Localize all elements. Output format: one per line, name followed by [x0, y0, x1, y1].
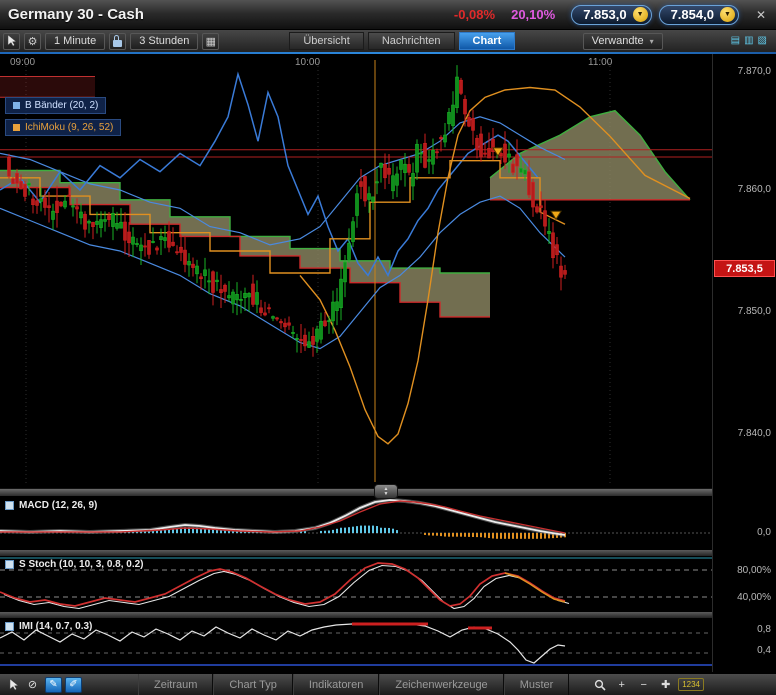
layout-split-icon[interactable]: ▥	[744, 36, 753, 46]
price-label: 7.850,0	[738, 306, 771, 317]
draw-pencil-button[interactable]: ✎	[45, 677, 62, 693]
splitter-collapse-button[interactable]: ▲ ▼	[374, 484, 398, 499]
tab-chart[interactable]: Chart	[459, 32, 516, 50]
lock-icon	[113, 40, 122, 47]
macd-panel-label: MACD (12, 26, 9)	[5, 500, 97, 511]
zoom-out-button[interactable]: −	[634, 676, 653, 693]
muster-button[interactable]: Muster	[504, 674, 570, 695]
stoch-label-text: S Stoch (10, 10, 3, 0.8, 0.2)	[19, 559, 144, 570]
tab-nachrichten[interactable]: Nachrichten	[368, 32, 455, 50]
imi-scale-label: 0,4	[757, 645, 771, 656]
toolbar-right-group: Verwandte ▾ ▤ ▥ ▧	[583, 33, 767, 50]
settings-button[interactable]: ⚙	[24, 33, 41, 50]
macd-swatch-icon	[5, 501, 14, 510]
show-values-toggle[interactable]: 1234	[678, 678, 704, 691]
current-price-tag: 7.853,5	[714, 260, 775, 277]
time-label-0900: 09:00	[10, 57, 35, 68]
legend-bbands[interactable]: B Bänder (20, 2)	[5, 97, 106, 114]
tab-label: Nachrichten	[382, 35, 441, 47]
stoch-swatch-icon	[5, 560, 14, 569]
imi-label-text: IMI (14, 0.7, 0.3)	[19, 621, 92, 632]
draw-pen-button[interactable]: ✐	[65, 677, 82, 693]
tab-label: Übersicht	[303, 35, 349, 47]
stoch-scale-label: 80,00%	[737, 565, 771, 576]
buy-button[interactable]: 7.854,0 ▼	[659, 5, 739, 25]
window-mini-icons: ▤ ▥ ▧	[731, 36, 767, 46]
bbands-label: B Bänder (20, 2)	[25, 100, 98, 111]
plus-icon: +	[618, 679, 624, 691]
legend-ichimoku[interactable]: IchiMoku (9, 26, 52)	[5, 119, 121, 136]
window-titlebar: Germany 30 - Cash -0,08% 20,10% 7.853,0 …	[0, 0, 776, 30]
pointer-tool-button[interactable]	[4, 676, 23, 693]
footer-menu-group: Zeitraum Chart Typ Indikatoren Zeichenwe…	[138, 674, 569, 695]
pan-button[interactable]: ✚	[656, 676, 675, 693]
imi-panel-label: IMI (14, 0.7, 0.3)	[5, 621, 92, 632]
tab-uebersicht[interactable]: Übersicht	[289, 32, 363, 50]
bottom-toolbar: ⊘ ✎ ✐ Zeitraum Chart Typ Indikatoren Zei…	[0, 673, 776, 695]
arrow-down-icon: ▼	[384, 492, 389, 497]
cursor-tool-button[interactable]	[3, 33, 20, 50]
buy-price: 7.854,0	[671, 7, 714, 22]
interval-value: 1 Minute	[54, 35, 96, 47]
trading-app-window: Germany 30 - Cash -0,08% 20,10% 7.853,0 …	[0, 0, 776, 695]
gear-icon: ⚙	[28, 35, 38, 48]
stoch-scale-label: 40,00%	[737, 592, 771, 603]
lock-button[interactable]	[109, 33, 126, 50]
pencil-icon: ✎	[49, 679, 57, 690]
stoch-panel-label: S Stoch (10, 10, 3, 0.8, 0.2)	[5, 559, 144, 570]
panel-separator[interactable]	[0, 550, 776, 556]
minus-icon: −	[640, 679, 646, 691]
tab-label: Chart	[473, 35, 502, 47]
close-icon[interactable]: ✕	[756, 8, 766, 22]
imi-swatch-icon	[5, 622, 14, 631]
cursor-icon	[7, 35, 17, 47]
chevron-down-icon: ▾	[650, 37, 654, 46]
price-label: 7.870,0	[738, 66, 771, 77]
layout-grid-icon[interactable]: ▧	[758, 36, 767, 46]
range-percent: 20,10%	[511, 7, 555, 22]
time-label-1100: 11:00	[588, 57, 612, 68]
zoom-tool-button[interactable]	[590, 676, 609, 693]
price-scale[interactable]: 7.870,0 7.860,0 7.850,0 7.840,0 7.853,5 …	[712, 54, 776, 672]
calendar-button[interactable]: ▦	[202, 33, 219, 50]
disable-drawing-button[interactable]: ⊘	[23, 676, 42, 693]
time-label-1000: 10:00	[295, 57, 320, 68]
instrument-title: Germany 30 - Cash	[8, 6, 144, 23]
macd-label-text: MACD (12, 26, 9)	[19, 500, 97, 511]
interval-dropdown[interactable]: 1 Minute	[45, 33, 105, 50]
magnifier-icon	[594, 679, 606, 691]
ichimoku-swatch-icon	[13, 124, 20, 131]
zeitraum-button[interactable]: Zeitraum	[138, 674, 213, 695]
buy-arrow-icon: ▼	[720, 7, 735, 22]
sell-button[interactable]: 7.853,0 ▼	[571, 5, 651, 25]
chart-toolbar: ⚙ 1 Minute 3 Stunden ▦ Übersicht Nachric…	[0, 30, 776, 52]
charttyp-button[interactable]: Chart Typ	[213, 674, 293, 695]
price-label: 7.840,0	[738, 428, 771, 439]
price-label: 7.860,0	[738, 184, 771, 195]
pen-icon: ✐	[69, 679, 77, 690]
sell-arrow-icon: ▼	[633, 7, 648, 22]
related-dropdown[interactable]: Verwandte ▾	[583, 33, 663, 50]
related-label: Verwandte	[592, 35, 644, 47]
span-value: 3 Stunden	[139, 35, 189, 47]
zeichenwerkzeuge-button[interactable]: Zeichenwerkzeuge	[379, 674, 503, 695]
zoom-in-button[interactable]: +	[612, 676, 631, 693]
cursor-icon	[9, 679, 19, 691]
bbands-swatch-icon	[13, 102, 20, 109]
panel-separator[interactable]	[0, 612, 776, 618]
sell-price: 7.853,0	[583, 7, 626, 22]
zoom-controls: + − ✚ 1234	[590, 676, 704, 693]
layout-rows-icon[interactable]: ▤	[731, 36, 740, 46]
imi-panel[interactable]	[0, 618, 712, 670]
ichimoku-label: IchiMoku (9, 26, 52)	[25, 122, 113, 133]
calendar-icon: ▦	[206, 35, 216, 48]
macd-panel[interactable]	[0, 497, 712, 550]
imi-scale-label: 0,8	[757, 624, 771, 635]
move-cross-icon: ✚	[661, 678, 670, 691]
macd-scale-label: 0,0	[757, 527, 771, 538]
change-percent: -0,08%	[454, 7, 495, 22]
indikatoren-button[interactable]: Indikatoren	[293, 674, 379, 695]
no-entry-icon: ⊘	[28, 678, 37, 691]
span-dropdown[interactable]: 3 Stunden	[130, 33, 198, 50]
